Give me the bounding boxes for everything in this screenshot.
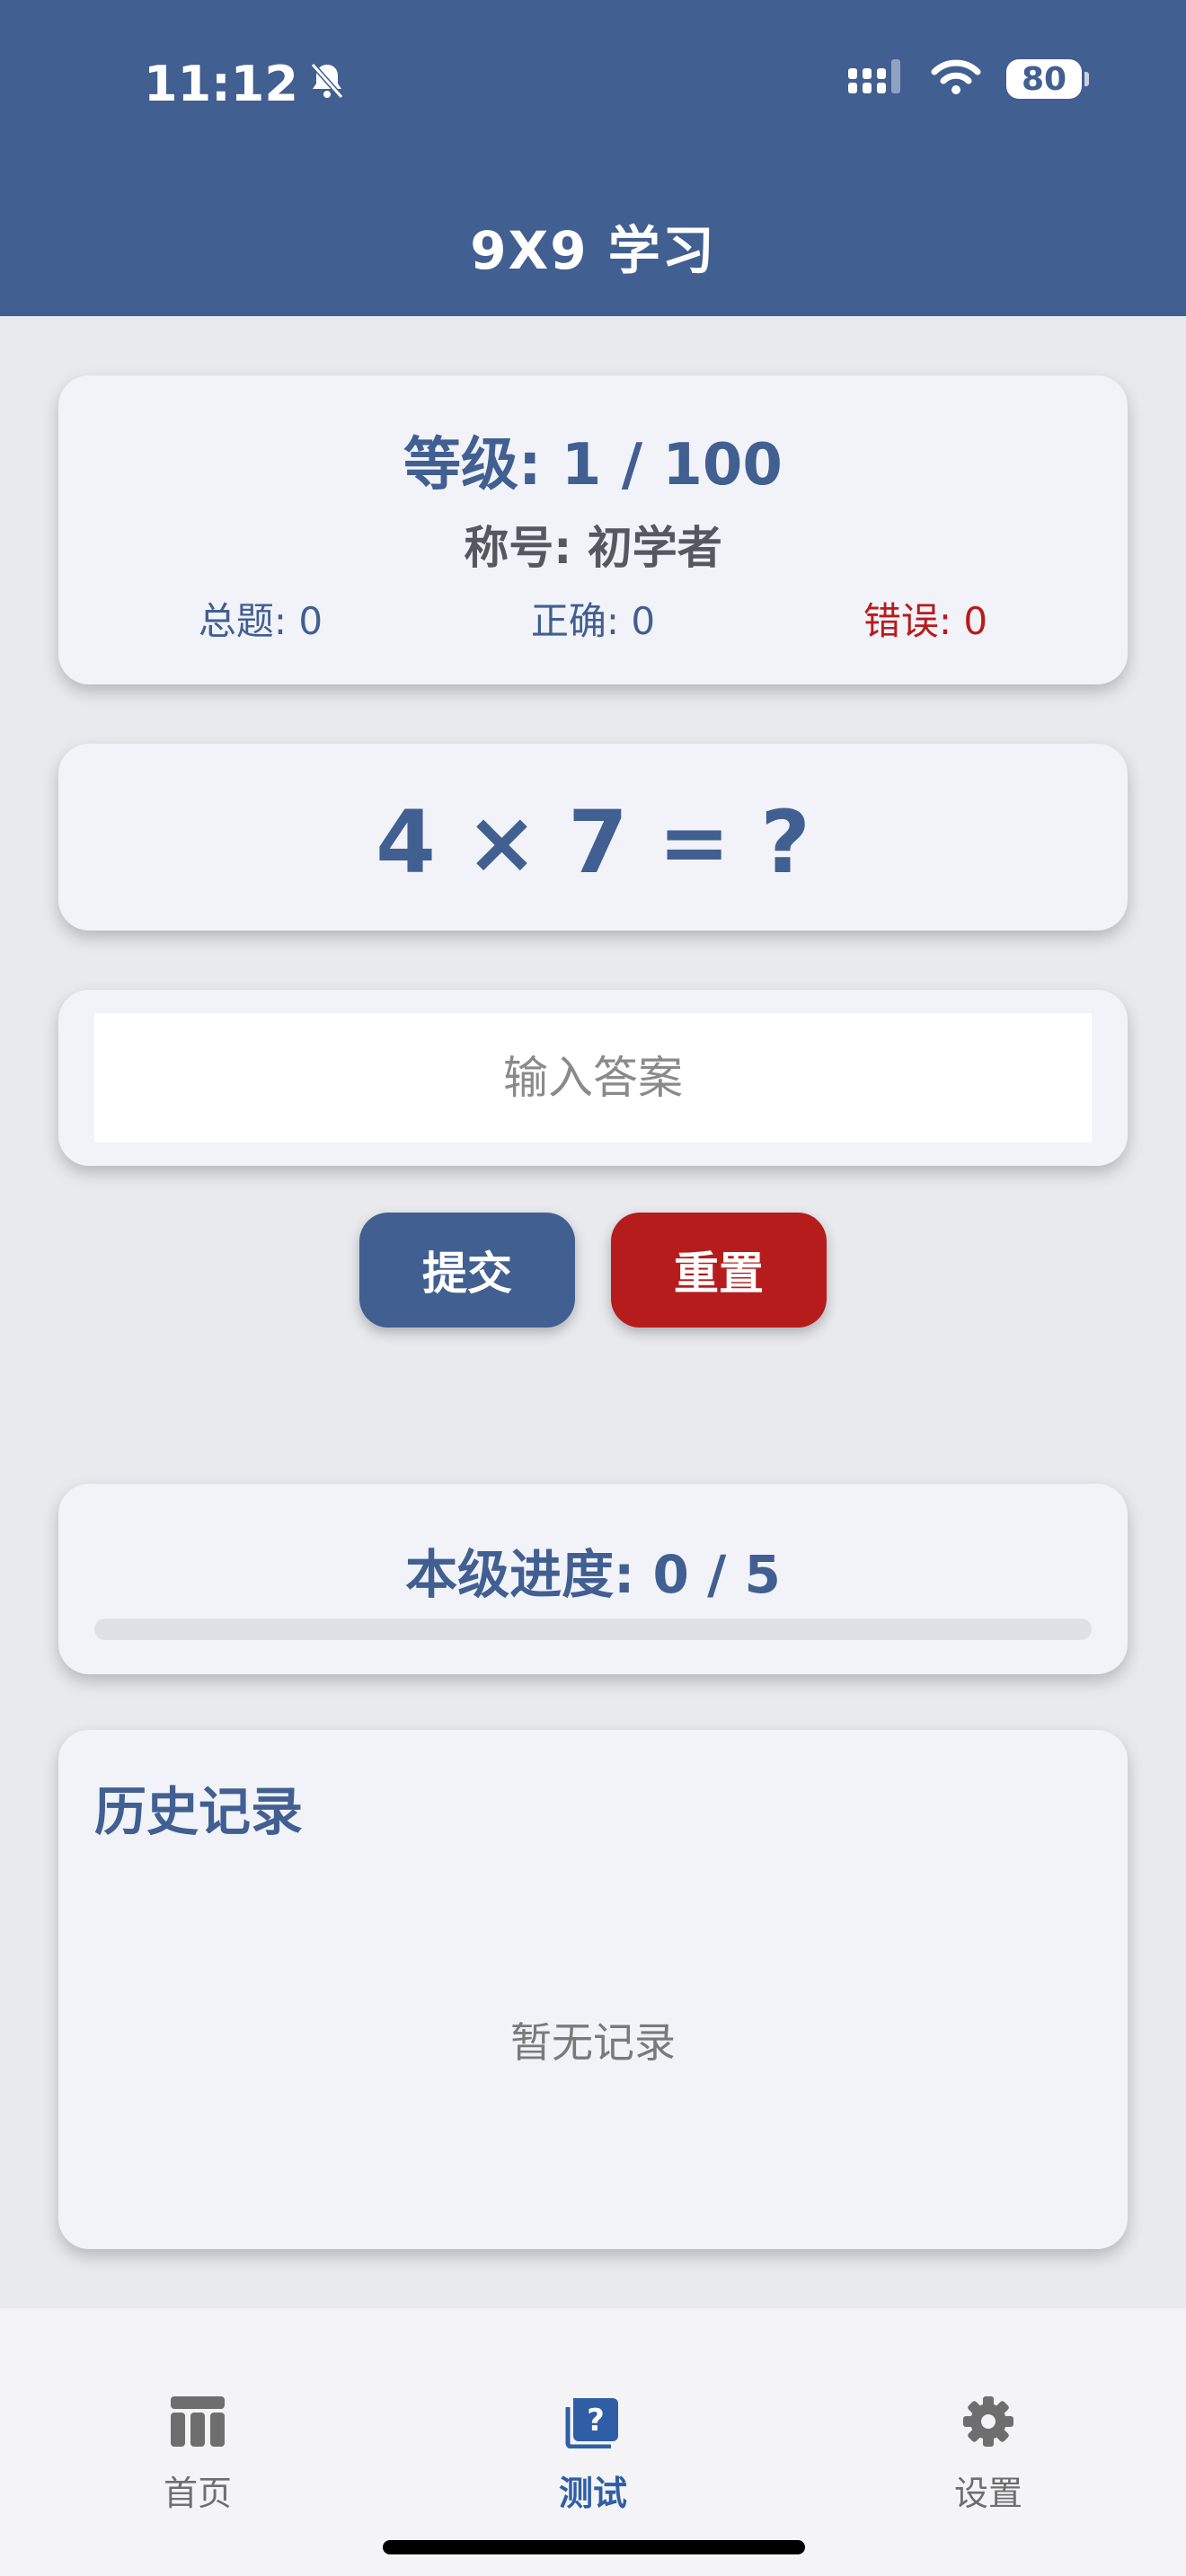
level-card: 等级: 1 / 100 称号: 初学者 总题: 0 正确: 0 错误: 0 <box>58 375 1128 684</box>
home-icon <box>63 2395 332 2457</box>
tab-settings[interactable]: 设置 <box>854 2395 1123 2515</box>
tab-test-label: 测试 <box>558 2474 627 2513</box>
wrong-count: 错误: 0 <box>863 599 988 643</box>
level-text: 等级: 1 / 100 <box>403 432 783 498</box>
progress-title: 本级进度: 0 / 5 <box>405 1544 781 1605</box>
progress-card: 本级进度: 0 / 5 <box>58 1484 1128 1674</box>
battery-level: 80 <box>1021 60 1067 98</box>
history-empty-text: 暂无记录 <box>510 2018 676 2067</box>
bottom-tab-bar: 首页 ? 测试 设置 <box>0 2308 1186 2576</box>
app-header: 11:12 80 9X9 学习 <box>0 0 1186 316</box>
page-title: 9X9 学习 <box>470 220 716 281</box>
answer-input[interactable] <box>94 1013 1092 1142</box>
question-card: 4 × 7 = ? <box>58 744 1128 931</box>
signal-icon <box>848 59 906 99</box>
battery-indicator: 80 <box>1006 59 1089 99</box>
status-time-text: 11:12 <box>144 56 298 112</box>
history-card: 历史记录 暂无记录 <box>58 1730 1128 2249</box>
rank-text: 称号: 初学者 <box>464 522 722 574</box>
history-title: 历史记录 <box>94 1781 304 1842</box>
status-icons: 80 <box>848 59 1089 99</box>
correct-count: 正确: 0 <box>530 599 656 643</box>
tab-settings-label: 设置 <box>953 2474 1022 2513</box>
bell-muted-icon <box>309 56 345 112</box>
progress-bar <box>94 1619 1092 1640</box>
total-count: 总题: 0 <box>198 599 323 643</box>
status-time: 11:12 <box>144 56 345 112</box>
tab-home-label: 首页 <box>163 2474 232 2513</box>
gear-icon <box>854 2395 1123 2457</box>
question-text: 4 × 7 = ? <box>376 792 810 893</box>
answer-card <box>58 990 1128 1166</box>
home-indicator <box>383 2540 805 2554</box>
wifi-icon <box>931 59 981 99</box>
reset-button[interactable]: 重置 <box>611 1213 827 1328</box>
svg-text:?: ? <box>587 2403 605 2439</box>
submit-button[interactable]: 提交 <box>359 1213 575 1328</box>
quiz-icon: ? <box>458 2395 728 2457</box>
tab-home[interactable]: 首页 <box>63 2395 332 2515</box>
tab-test[interactable]: ? 测试 <box>458 2395 728 2515</box>
